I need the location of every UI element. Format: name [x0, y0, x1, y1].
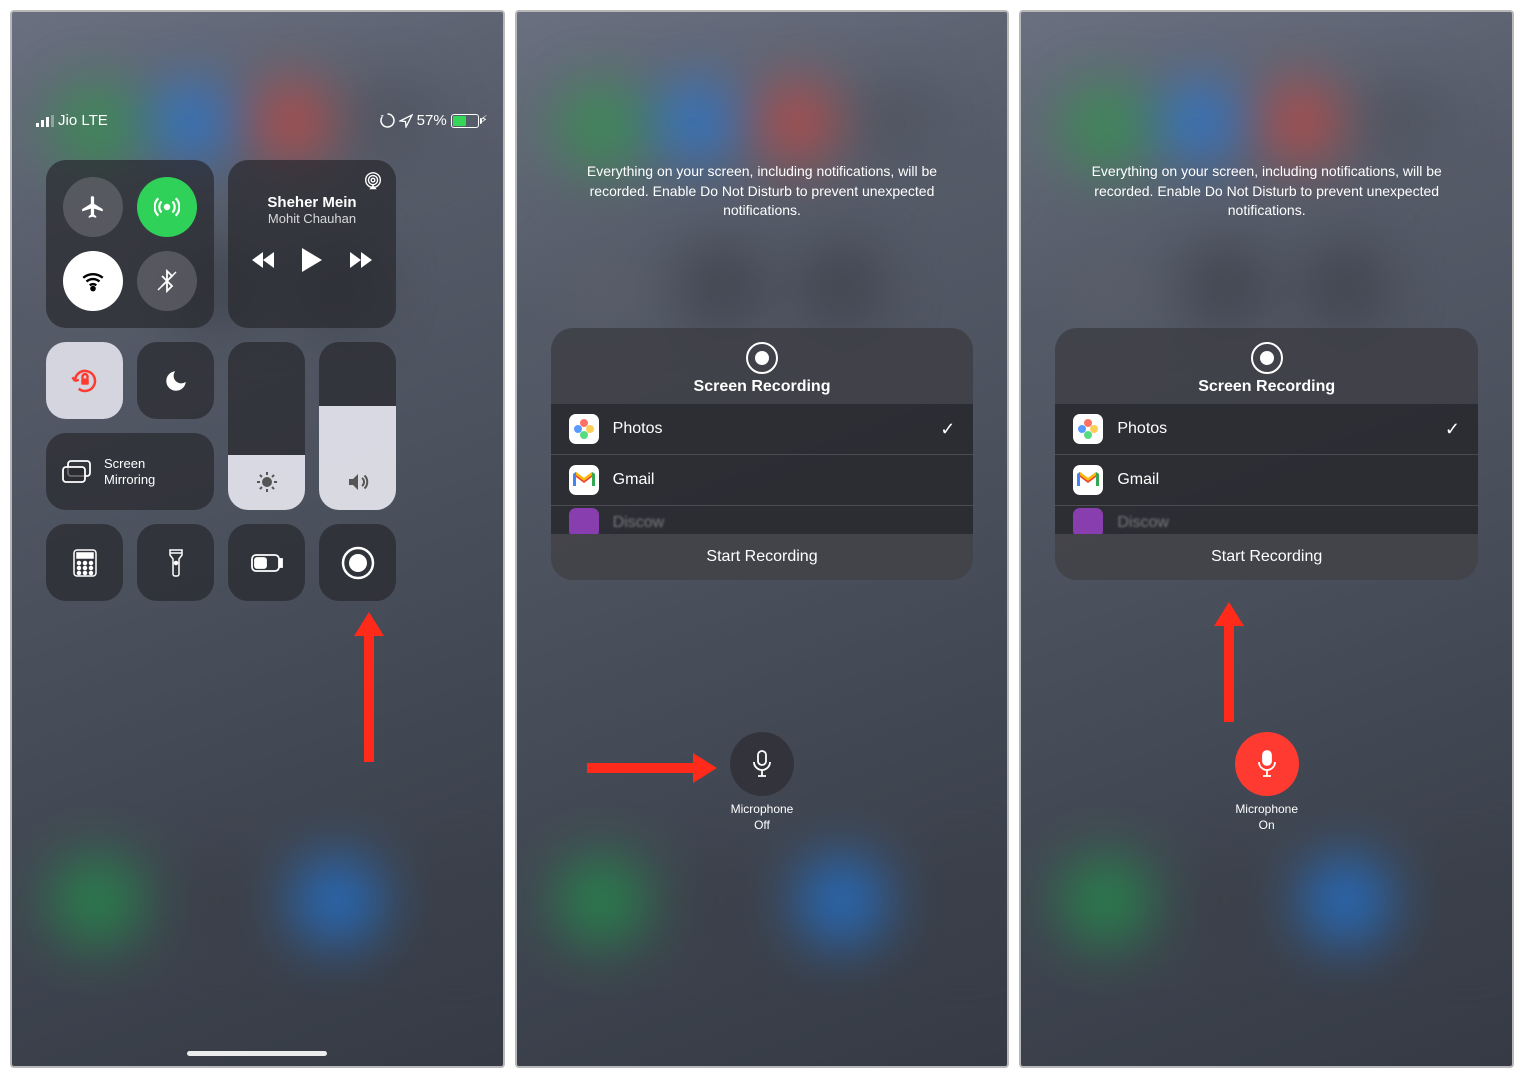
gmail-app-icon [569, 465, 599, 495]
connectivity-tile [46, 160, 214, 328]
screen-mirroring-icon [62, 460, 92, 484]
record-icon [746, 342, 778, 374]
airplay-icon[interactable] [362, 170, 384, 192]
app-list[interactable]: Photos ✓ Gmail Discow [551, 404, 974, 534]
signal-icon [36, 115, 54, 127]
control-center-grid: Sheher Mein Mohit Chauhan [46, 160, 469, 615]
app-row-label: Gmail [613, 471, 655, 489]
airplane-mode-button[interactable] [63, 177, 123, 237]
volume-icon [346, 470, 370, 494]
screen-record-button[interactable] [319, 524, 396, 601]
app-row-photos[interactable]: Photos ✓ [551, 404, 974, 455]
app-row-label: Gmail [1117, 471, 1159, 489]
start-recording-button[interactable]: Start Recording [1055, 534, 1478, 580]
calculator-button[interactable] [46, 524, 123, 601]
microphone-state: On [1235, 818, 1299, 834]
check-icon: ✓ [940, 419, 955, 440]
volume-slider[interactable] [319, 342, 396, 510]
check-icon: ✓ [1445, 419, 1460, 440]
play-icon[interactable] [301, 248, 323, 272]
do-not-disturb-button[interactable] [137, 342, 214, 419]
microphone-label: Microphone [1235, 802, 1299, 818]
brightness-slider[interactable] [228, 342, 305, 510]
low-power-button[interactable] [228, 524, 305, 601]
flashlight-button[interactable] [137, 524, 214, 601]
record-icon [1251, 342, 1283, 374]
app-list[interactable]: Photos ✓ Gmail Discow [1055, 404, 1478, 534]
microphone-state: Off [730, 818, 794, 834]
recording-hint: Everything on your screen, including not… [1061, 162, 1472, 221]
generic-app-icon [569, 508, 599, 534]
app-row-photos[interactable]: Photos ✓ [1055, 404, 1478, 455]
home-indicator[interactable] [187, 1051, 327, 1056]
cellular-data-button[interactable] [137, 177, 197, 237]
brightness-icon [255, 470, 279, 494]
gmail-app-icon [1073, 465, 1103, 495]
battery-percent: 57% [417, 112, 447, 129]
orientation-lock-button[interactable] [46, 342, 123, 419]
generic-app-icon [1073, 508, 1103, 534]
syncing-icon [380, 113, 395, 128]
app-row-label: Photos [613, 420, 663, 438]
app-row-gmail[interactable]: Gmail [1055, 455, 1478, 506]
media-title: Sheher Mein [240, 194, 384, 211]
app-row-partial[interactable]: Discow [1055, 506, 1478, 534]
recording-title: Screen Recording [551, 378, 974, 396]
app-row-partial[interactable]: Discow [551, 506, 974, 534]
start-recording-button[interactable]: Start Recording [551, 534, 974, 580]
recording-hint: Everything on your screen, including not… [557, 162, 968, 221]
photos-app-icon [569, 414, 599, 444]
screen-mirroring-label: Screen Mirroring [104, 456, 184, 487]
app-row-gmail[interactable]: Gmail [551, 455, 974, 506]
app-row-label: Discow [613, 514, 665, 532]
microphone-button[interactable] [730, 732, 794, 796]
carrier-label: Jio LTE [58, 112, 108, 129]
bluetooth-button[interactable] [137, 251, 197, 311]
battery-icon: ⚡︎ [451, 114, 479, 128]
microphone-label: Microphone [730, 802, 794, 818]
microphone-toggle: Microphone Off [730, 732, 794, 833]
app-row-label: Discow [1117, 514, 1169, 532]
screen-mirroring-button[interactable]: Screen Mirroring [46, 433, 214, 510]
forward-icon[interactable] [348, 251, 372, 269]
app-row-label: Photos [1117, 420, 1167, 438]
panel-recording-mic-on: Everything on your screen, including not… [1019, 10, 1514, 1068]
recording-title: Screen Recording [1055, 378, 1478, 396]
media-tile[interactable]: Sheher Mein Mohit Chauhan [228, 160, 396, 328]
wifi-button[interactable] [63, 251, 123, 311]
microphone-button[interactable] [1235, 732, 1299, 796]
microphone-toggle: Microphone On [1235, 732, 1299, 833]
photos-app-icon [1073, 414, 1103, 444]
panel-recording-mic-off: Everything on your screen, including not… [515, 10, 1010, 1068]
panel-control-center: Jio LTE 57% ⚡︎ [10, 10, 505, 1068]
media-artist: Mohit Chauhan [240, 211, 384, 226]
screen-recording-card: Screen Recording Photos ✓ Gmail Discow S [1055, 328, 1478, 580]
status-bar: Jio LTE 57% ⚡︎ [12, 112, 503, 129]
location-icon [399, 114, 413, 128]
rewind-icon[interactable] [252, 251, 276, 269]
screen-recording-card: Screen Recording Photos ✓ Gmail Discow S [551, 328, 974, 580]
